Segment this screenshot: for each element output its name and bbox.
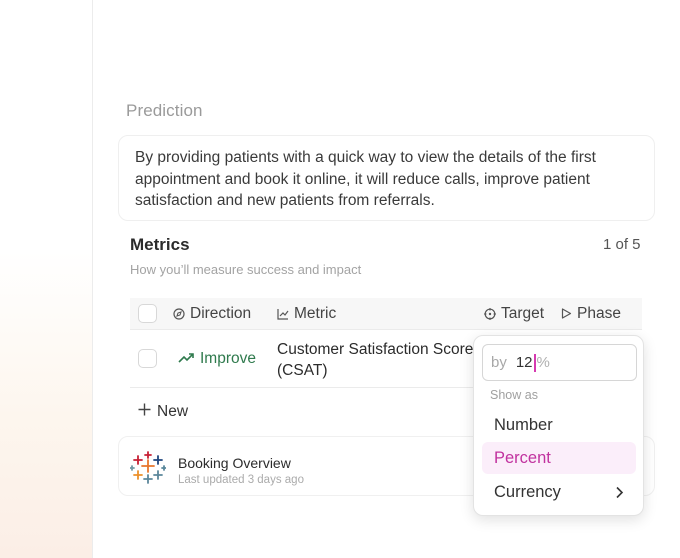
row-checkbox[interactable] (138, 349, 157, 368)
chevron-right-icon (615, 485, 624, 504)
option-number-label: Number (494, 415, 553, 434)
option-currency-label: Currency (494, 482, 561, 501)
trend-up-icon (178, 350, 195, 368)
flag-icon (561, 308, 572, 320)
target-suffix: % (536, 354, 550, 371)
booking-title: Booking Overview (178, 455, 291, 471)
column-phase[interactable]: Phase (561, 305, 621, 323)
column-phase-label: Phase (577, 305, 621, 322)
option-number[interactable]: Number (482, 409, 636, 441)
metrics-count: 1 of 5 (603, 236, 641, 253)
column-metric-label: Metric (294, 305, 337, 322)
booking-last-updated: Last updated 3 days ago (178, 474, 304, 486)
target-icon (484, 308, 496, 320)
prediction-label: Prediction (126, 101, 203, 120)
select-all-checkbox[interactable] (138, 304, 157, 323)
new-metric-label: New (157, 403, 189, 420)
target-value-input[interactable]: by 12 % (482, 344, 637, 381)
column-direction-label: Direction (190, 305, 252, 322)
target-value: 12 (515, 354, 533, 371)
compass-icon (173, 308, 185, 320)
option-percent-label: Percent (494, 448, 551, 467)
option-percent[interactable]: Percent (482, 442, 636, 474)
left-sidebar (0, 0, 93, 558)
new-metric-button[interactable]: New (138, 403, 188, 421)
text-cursor (533, 353, 536, 372)
prediction-text[interactable]: By providing patients with a quick way t… (118, 135, 655, 221)
metric-cell[interactable]: Customer Satisfaction Score (CSAT) (277, 339, 477, 381)
column-target[interactable]: Target (484, 305, 544, 323)
metrics-table-header: Direction Metric Target Phase (130, 298, 642, 330)
metrics-subtitle: How you’ll measure success and impact (130, 262, 362, 277)
tableau-logo-icon (129, 451, 167, 492)
direction-value: Improve (200, 350, 256, 367)
column-metric[interactable]: Metric (277, 305, 336, 323)
column-direction[interactable]: Direction (173, 305, 251, 323)
target-dropdown: by 12 % Show as Number Percent Currency (473, 335, 644, 516)
main-content: Prediction By providing patients with a … (93, 0, 680, 558)
column-target-label: Target (501, 305, 545, 322)
target-prefix: by (491, 354, 507, 371)
direction-cell[interactable]: Improve (178, 350, 256, 368)
chart-line-icon (277, 308, 289, 320)
plus-icon (138, 403, 151, 421)
option-currency[interactable]: Currency (482, 476, 636, 508)
show-as-label: Show as (490, 388, 538, 402)
metrics-title: Metrics (130, 235, 190, 254)
